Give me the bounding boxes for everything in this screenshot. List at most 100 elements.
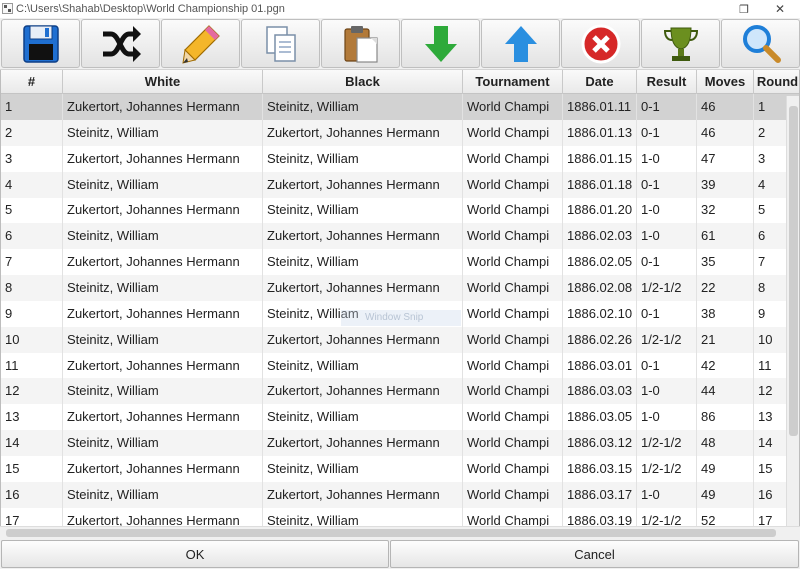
- trophy-button[interactable]: [641, 19, 720, 68]
- cell-number: 7: [1, 249, 63, 276]
- cell-date: 1886.02.08: [563, 274, 637, 301]
- delete-icon: [581, 24, 620, 63]
- cell-moves: 32: [697, 197, 754, 224]
- table-row[interactable]: 16 Steinitz, William Zukertort, Johannes H…: [1, 481, 799, 508]
- table-row[interactable]: 14 Steinitz, William Zukertort, Johannes H…: [1, 430, 799, 457]
- cell-black: Steinitz, William: [263, 404, 463, 431]
- shuffle-icon: [102, 25, 141, 62]
- move-up-button[interactable]: [481, 19, 560, 68]
- cell-date: 1886.03.15: [563, 455, 637, 482]
- table-row[interactable]: 10 Steinitz, William Zukertort, Johannes H…: [1, 326, 799, 353]
- column-header-round[interactable]: Round: [754, 70, 799, 94]
- column-header-moves[interactable]: Moves: [697, 70, 754, 94]
- horizontal-scrollbar[interactable]: [0, 526, 800, 538]
- column-header-black[interactable]: Black: [263, 70, 463, 94]
- cell-number: 17: [1, 507, 63, 526]
- cancel-button[interactable]: Cancel: [390, 540, 799, 568]
- horizontal-scroll-thumb[interactable]: [6, 529, 776, 537]
- cell-date: 1886.03.19: [563, 507, 637, 526]
- dialog-buttons: OK Cancel: [0, 538, 800, 569]
- cell-moves: 39: [697, 171, 754, 198]
- cell-result: 0-1: [637, 300, 697, 327]
- cell-result: 1/2-1/2: [637, 326, 697, 353]
- table-row[interactable]: 8 Steinitz, William Zukertort, Johannes He…: [1, 274, 799, 301]
- cell-moves: 47: [697, 145, 754, 172]
- cell-moves: 38: [697, 300, 754, 327]
- cell-moves: 44: [697, 378, 754, 405]
- vertical-scrollbar[interactable]: [786, 96, 799, 526]
- shuffle-button[interactable]: [81, 19, 160, 68]
- arrow-up-icon: [504, 25, 537, 62]
- cell-result: 1/2-1/2: [637, 274, 697, 301]
- cell-number: 16: [1, 481, 63, 508]
- restore-icon: ❐: [739, 3, 749, 16]
- cell-white: Zukertort, Johannes Hermann: [63, 94, 263, 120]
- cell-moves: 22: [697, 274, 754, 301]
- cell-moves: 21: [697, 326, 754, 353]
- cell-date: 1886.03.01: [563, 352, 637, 379]
- table-row[interactable]: 4 Steinitz, William Zukertort, Johannes He…: [1, 171, 799, 198]
- column-header-result[interactable]: Result: [637, 70, 697, 94]
- cell-result: 0-1: [637, 94, 697, 120]
- cell-tournament: World Champi: [463, 171, 563, 198]
- table-row[interactable]: 11 Zukertort, Johannes Hermann Steinitz, W…: [1, 352, 799, 379]
- cell-number: 6: [1, 223, 63, 250]
- games-table: # White Black Tournament Date Result Mov…: [0, 70, 800, 526]
- close-button[interactable]: ✕: [762, 0, 798, 18]
- cell-number: 15: [1, 455, 63, 482]
- table-row[interactable]: 17 Zukertort, Johannes Hermann Steinitz, W…: [1, 507, 799, 526]
- cell-tournament: World Champi: [463, 455, 563, 482]
- cell-tournament: World Champi: [463, 249, 563, 276]
- cell-number: 2: [1, 119, 63, 146]
- cell-result: 1/2-1/2: [637, 507, 697, 526]
- copy-icon: [265, 25, 296, 62]
- cell-black: Steinitz, William: [263, 94, 463, 120]
- table-row[interactable]: 7 Zukertort, Johannes Hermann Steinitz, Wi…: [1, 249, 799, 276]
- vertical-scroll-thumb[interactable]: [789, 106, 798, 436]
- cell-white: Zukertort, Johannes Hermann: [63, 404, 263, 431]
- column-header-date[interactable]: Date: [563, 70, 637, 94]
- cell-white: Steinitz, William: [63, 378, 263, 405]
- column-header-white[interactable]: White: [63, 70, 263, 94]
- cell-result: 1-0: [637, 197, 697, 224]
- paste-icon: [343, 25, 378, 63]
- table-row[interactable]: 3 Zukertort, Johannes Hermann Steinitz, Wi…: [1, 145, 799, 172]
- save-icon: [22, 24, 59, 63]
- cell-date: 1886.01.11: [563, 94, 637, 120]
- column-header-tournament[interactable]: Tournament: [463, 70, 563, 94]
- cell-white: Zukertort, Johannes Hermann: [63, 352, 263, 379]
- paste-button[interactable]: [321, 19, 400, 68]
- search-button[interactable]: [721, 19, 800, 68]
- cell-number: 1: [1, 94, 63, 120]
- cell-white: Steinitz, William: [63, 119, 263, 146]
- table-row[interactable]: 2 Steinitz, William Zukertort, Johannes He…: [1, 119, 799, 146]
- table-row[interactable]: 1 Zukertort, Johannes Hermann Steinitz, Wi…: [1, 94, 799, 120]
- copy-button[interactable]: [241, 19, 320, 68]
- table-row[interactable]: 12 Steinitz, William Zukertort, Johannes H…: [1, 378, 799, 405]
- table-row[interactable]: 15 Zukertort, Johannes Hermann Steinitz, W…: [1, 455, 799, 482]
- search-icon: [742, 24, 781, 63]
- cell-moves: 48: [697, 430, 754, 457]
- cell-white: Steinitz, William: [63, 274, 263, 301]
- cell-result: 1-0: [637, 404, 697, 431]
- save-button[interactable]: [1, 19, 80, 68]
- cell-result: 0-1: [637, 249, 697, 276]
- cell-moves: 61: [697, 223, 754, 250]
- restore-button[interactable]: ❐: [726, 0, 762, 18]
- cell-black: Zukertort, Johannes Hermann: [263, 378, 463, 405]
- cell-result: 1/2-1/2: [637, 430, 697, 457]
- ok-button[interactable]: OK: [1, 540, 389, 568]
- delete-button[interactable]: [561, 19, 640, 68]
- table-row[interactable]: 6 Steinitz, William Zukertort, Johannes He…: [1, 223, 799, 250]
- cell-tournament: World Champi: [463, 378, 563, 405]
- column-header-number[interactable]: #: [1, 70, 63, 94]
- cell-number: 13: [1, 404, 63, 431]
- move-down-button[interactable]: [401, 19, 480, 68]
- table-row[interactable]: 13 Zukertort, Johannes Hermann Steinitz, W…: [1, 404, 799, 431]
- cell-moves: 46: [697, 119, 754, 146]
- close-icon: ✕: [774, 2, 786, 16]
- edit-button[interactable]: [161, 19, 240, 68]
- table-row[interactable]: 5 Zukertort, Johannes Hermann Steinitz, Wi…: [1, 197, 799, 224]
- cell-white: Zukertort, Johannes Hermann: [63, 145, 263, 172]
- cell-tournament: World Champi: [463, 300, 563, 327]
